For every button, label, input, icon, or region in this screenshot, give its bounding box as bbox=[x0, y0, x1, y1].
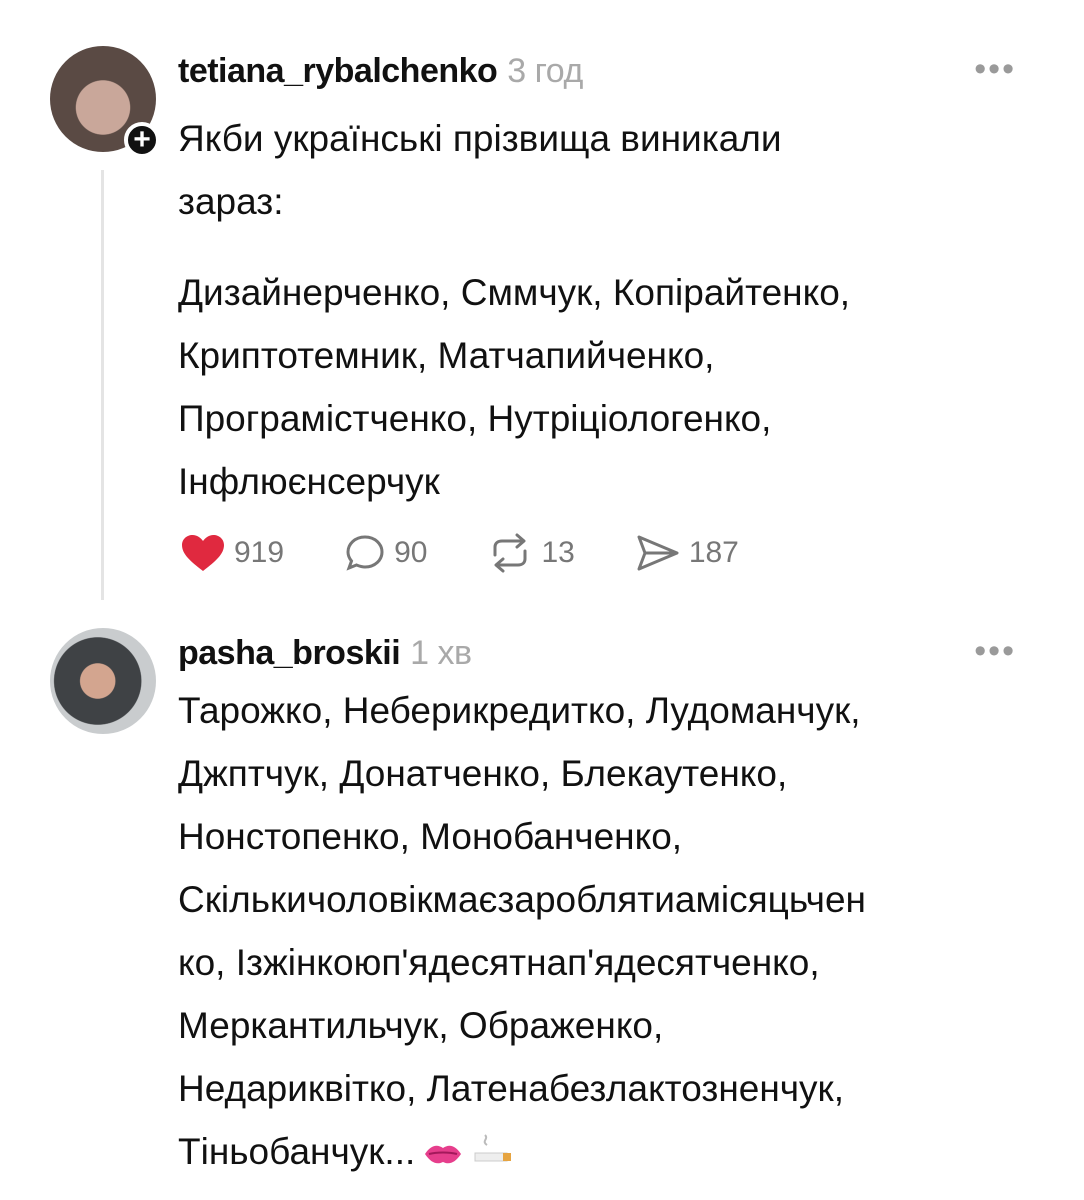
username[interactable]: tetiana_rybalchenko bbox=[178, 52, 498, 90]
share-count: 187 bbox=[688, 536, 739, 569]
heart-icon bbox=[182, 535, 224, 571]
lips-emoji bbox=[423, 1123, 463, 1186]
comment-count: 90 bbox=[394, 536, 428, 569]
post-1: + tetiana_rybalchenko 3 год ••• Якби укра… bbox=[0, 40, 1084, 600]
post-2: pasha_broskii 1 хв ••• Тарожко, Неберикре… bbox=[0, 622, 1084, 1182]
post-text: Тарожко, Неберикредитко, Лудоманчук, Джп… bbox=[178, 690, 866, 1172]
more-icon[interactable]: ••• bbox=[974, 50, 1016, 89]
post-text-intro: Якби українські прізвища виникали зараз: bbox=[178, 118, 782, 222]
post-text-body: Тарожко, Неберикредитко, Лудоманчук, Джп… bbox=[178, 679, 1038, 1186]
plus-icon[interactable]: + bbox=[124, 122, 160, 158]
thread-line bbox=[101, 170, 104, 600]
comment-button[interactable]: 90 bbox=[344, 533, 427, 573]
share-button[interactable]: 187 bbox=[635, 533, 739, 573]
avatar[interactable] bbox=[50, 628, 156, 734]
post-text-body: Дизайнерченко, Сммчук, Копірайтенко, Кри… bbox=[178, 272, 851, 502]
share-icon bbox=[637, 535, 679, 571]
more-icon[interactable]: ••• bbox=[974, 632, 1016, 671]
repost-count: 13 bbox=[541, 536, 575, 569]
action-bar: 919 90 13 187 bbox=[180, 533, 799, 573]
like-button[interactable]: 919 bbox=[180, 533, 284, 573]
repost-icon bbox=[493, 533, 527, 573]
repost-button[interactable]: 13 bbox=[487, 533, 575, 573]
timestamp: 3 год bbox=[507, 52, 583, 90]
comment-icon bbox=[346, 535, 384, 571]
username[interactable]: pasha_broskii bbox=[178, 634, 401, 672]
cigarette-emoji bbox=[471, 1123, 513, 1186]
timestamp: 1 хв bbox=[410, 634, 472, 672]
like-count: 919 bbox=[234, 536, 285, 569]
